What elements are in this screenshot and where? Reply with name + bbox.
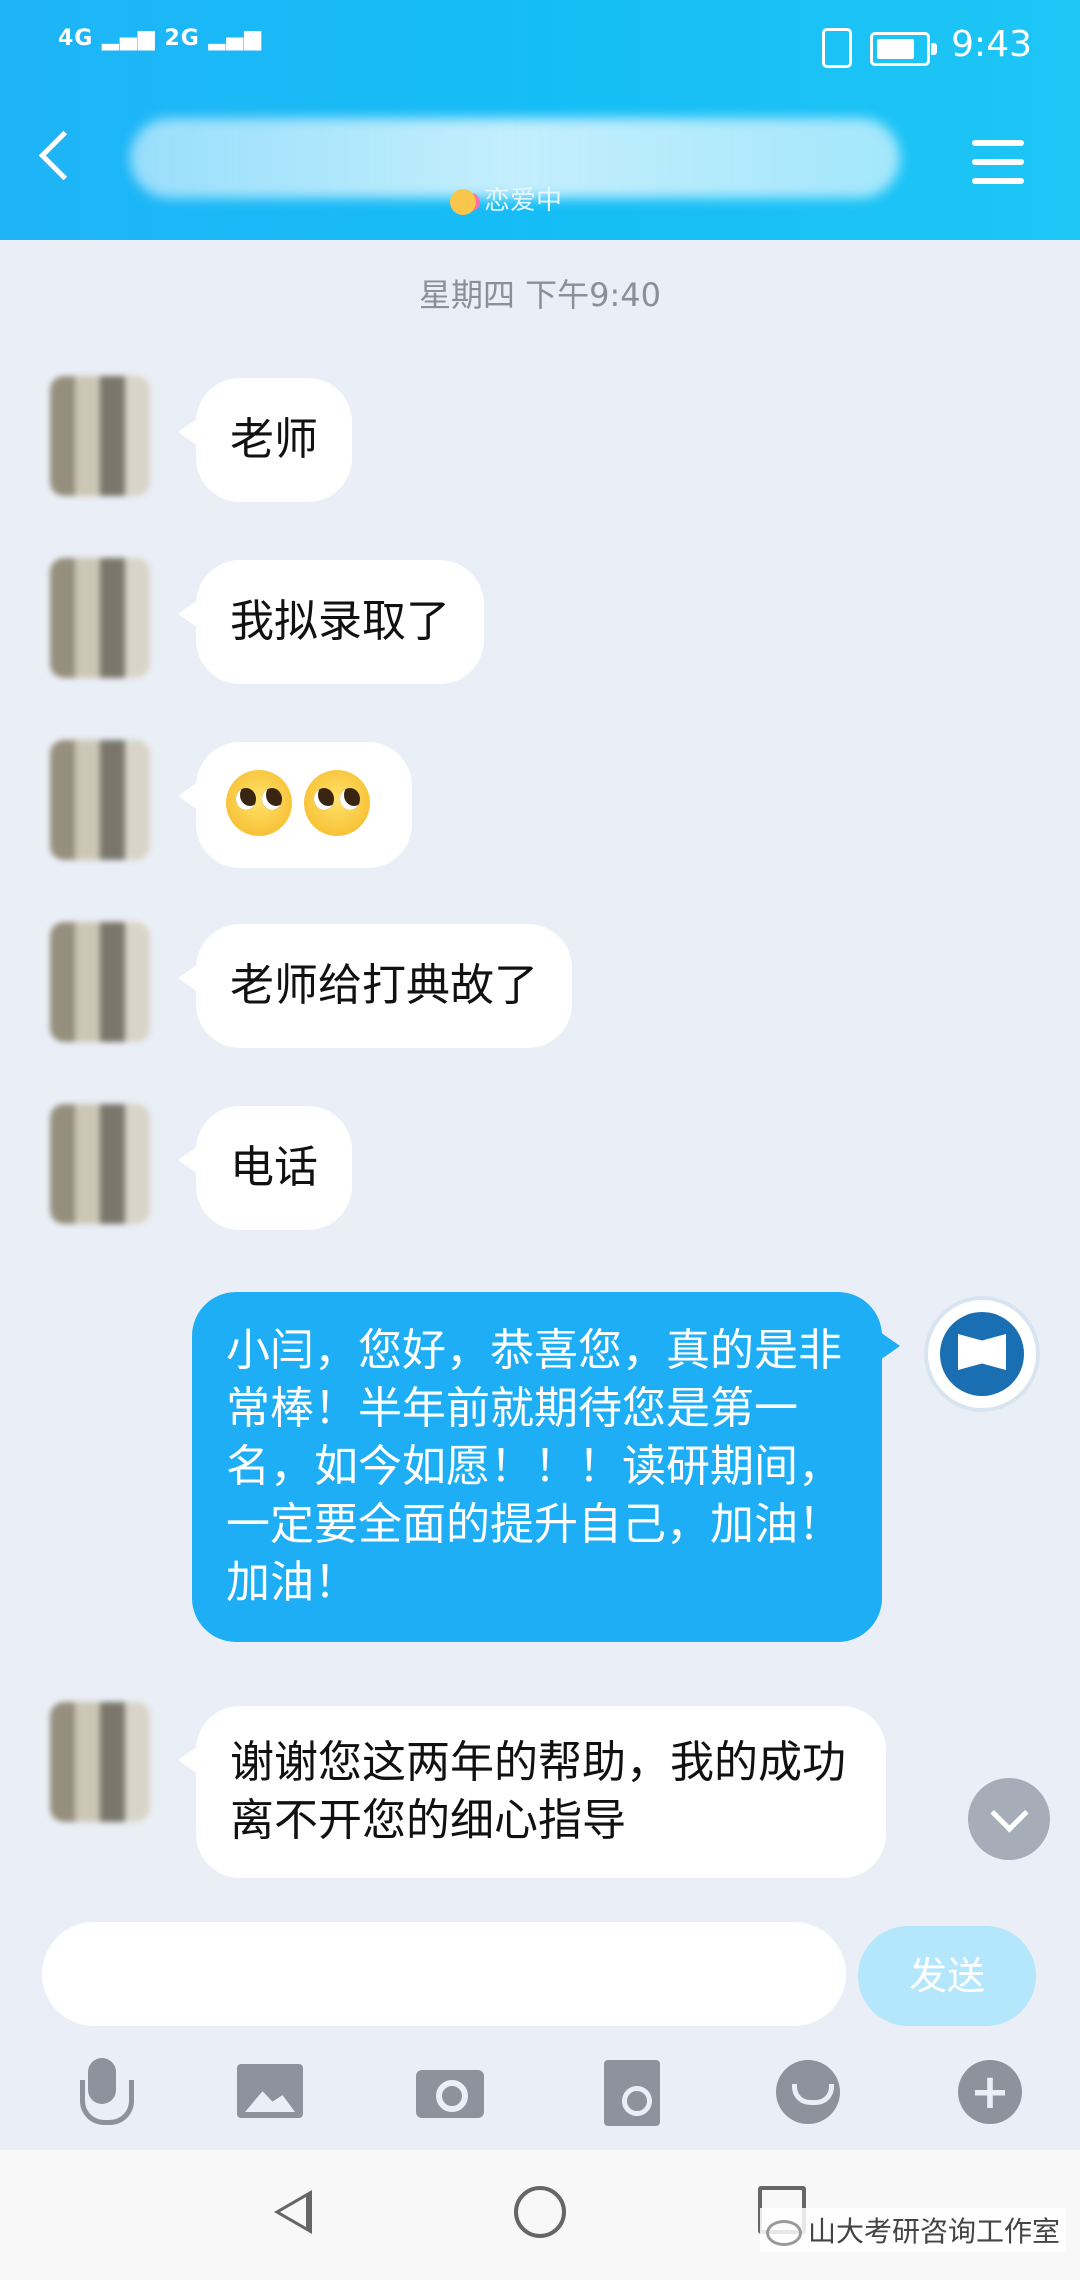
contact-avatar[interactable] [50, 376, 150, 496]
vibrate-icon [822, 28, 852, 68]
message-bubble[interactable]: 谢谢您这两年的帮助，我的成功离不开您的细心指导 [178, 1706, 886, 1878]
love-status-icon [450, 188, 476, 215]
mic-icon[interactable] [62, 2054, 142, 2134]
my-avatar[interactable] [928, 1300, 1036, 1408]
chat-timestamp: 星期四 下午9:40 [418, 276, 662, 314]
nav-home-icon[interactable] [514, 2186, 566, 2238]
contact-avatar[interactable] [50, 1702, 150, 1822]
input-toolbar [0, 2054, 1080, 2134]
signal-icon: 4G ▂▄▆ 2G ▂▄▆ [58, 26, 263, 51]
message-bubble[interactable]: 电话 [178, 1106, 352, 1230]
contact-avatar[interactable] [50, 558, 150, 678]
plus-icon[interactable] [952, 2054, 1032, 2134]
camera-icon[interactable] [412, 2054, 492, 2134]
message-bubble[interactable]: 我拟录取了 [178, 560, 484, 684]
status-bar: 4G ▂▄▆ 2G ▂▄▆ 9:43 [0, 22, 1080, 82]
watermark-text: 山大考研咨询工作室 [808, 2215, 1061, 2248]
contact-avatar[interactable] [50, 740, 150, 860]
my-message-bubble[interactable]: 小闫，您好，恭喜您，真的是非常棒！半年前就期待您是第一名，如今如愿！！！读研期间… [192, 1292, 900, 1642]
wechat-logo-icon [766, 2220, 802, 2246]
image-icon[interactable] [233, 2054, 313, 2134]
message-input[interactable] [42, 1922, 846, 2026]
message-bubble[interactable]: 老师给打典故了 [178, 924, 572, 1048]
relation-label: 恋爱中 [484, 186, 563, 216]
message-bubble[interactable]: 老师 [178, 378, 352, 502]
contact-avatar[interactable] [50, 922, 150, 1042]
message-bubble[interactable] [178, 742, 412, 868]
system-nav-bar: 山大考研咨询工作室 [0, 2150, 1080, 2280]
clock: 9:43 [951, 24, 1032, 65]
chat-header: 4G ▂▄▆ 2G ▂▄▆ 9:43 恋爱中 [0, 0, 1080, 240]
pleading-face-emoji-icon [226, 770, 292, 836]
emoji-icon[interactable] [770, 2054, 850, 2134]
red-envelope-icon[interactable] [596, 2054, 676, 2134]
watermark: 山大考研咨询工作室 [760, 2208, 1067, 2252]
pleading-face-emoji-icon [304, 770, 370, 836]
scroll-to-bottom-button[interactable] [968, 1778, 1050, 1860]
relation-status[interactable]: 恋爱中 [450, 180, 562, 217]
menu-icon[interactable] [972, 140, 1024, 197]
contact-avatar[interactable] [50, 1104, 150, 1224]
battery-icon [870, 32, 937, 66]
back-icon[interactable] [38, 130, 89, 181]
nav-back-icon[interactable] [274, 2190, 312, 2234]
send-button[interactable]: 发送 [858, 1926, 1036, 2026]
